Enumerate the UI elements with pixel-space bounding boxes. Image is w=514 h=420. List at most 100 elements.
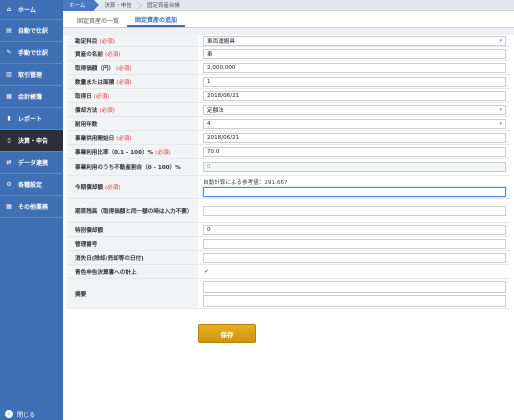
- field-value-cell: 定額法 ▾: [199, 103, 510, 116]
- sidebar-item-manual-journal[interactable]: ✎ 手動で仕訳: [0, 42, 63, 64]
- field-label-text: 事業供用開始日: [75, 135, 115, 142]
- field-label: 青色申告決算書への計上: [67, 265, 199, 278]
- form-row: 取得価額（円） (必須) 2,000,000: [67, 61, 510, 75]
- field-label-text: 償却方法: [75, 107, 98, 114]
- field-label-text: 事業利用のうち不動産割合（0 - 100）%: [75, 165, 181, 171]
- text-field[interactable]: 0: [203, 224, 506, 235]
- form-row: 今期償却額 (必須) 自動計算による参考値：291,667: [67, 176, 510, 199]
- field-label: 事業供用開始日 (必須): [67, 131, 199, 144]
- field-value: 0: [207, 164, 211, 170]
- auto-calc-note: 自動計算による参考値：291,667: [203, 179, 288, 186]
- field-value: 2018/06/21: [207, 92, 240, 99]
- memo-textarea[interactable]: [203, 280, 506, 293]
- sidebar-item-label: 会計帳簿: [18, 94, 43, 101]
- form-row: 特別償却額 0: [67, 223, 510, 237]
- memo-textarea-extra[interactable]: [203, 294, 506, 307]
- sidebar-close-button[interactable]: ‹ 閉じる: [0, 408, 63, 420]
- sidebar-close-label: 閉じる: [17, 411, 36, 419]
- sidebar-item-label: 自動で仕訳: [18, 28, 49, 35]
- sidebar-item-label: 決算・申告: [18, 138, 49, 145]
- form-row: 事業利用比率（0.1 - 100）% (必須) 70.0: [67, 145, 510, 159]
- field-label-text: 取得価額（円）: [75, 65, 115, 72]
- select-field[interactable]: 4 ▾: [203, 118, 506, 129]
- field-value-cell: [199, 199, 510, 222]
- chevron-left-icon: ‹: [5, 410, 13, 418]
- transactions-icon: ▥: [6, 71, 12, 78]
- sidebar-item-data-link[interactable]: ⇄ データ連携: [0, 152, 63, 174]
- field-label-text: 数量または面積: [75, 79, 115, 86]
- sidebar-item-label: その他業務: [18, 204, 49, 211]
- sidebar-item-auto-journal[interactable]: ▤ 自動で仕訳: [0, 20, 63, 42]
- field-label: 今期償却額 (必須): [67, 176, 199, 198]
- form-row: 数量または面積 (必須) 1: [67, 75, 510, 89]
- sidebar-item-report[interactable]: ▮ レポート: [0, 108, 63, 130]
- text-field[interactable]: 2018/06/21: [203, 90, 506, 101]
- fixed-asset-form: 勘定科目 (必須) 車両運搬具 ▾ 資産の名前 (必須) 車取得価額（円） (必須) 2,000…: [67, 35, 510, 309]
- text-field[interactable]: 車: [203, 48, 506, 59]
- field-value-cell: 70.0: [199, 145, 510, 158]
- required-mark: (必須): [104, 51, 121, 58]
- text-field[interactable]: [203, 186, 506, 197]
- text-field[interactable]: [203, 252, 506, 263]
- manual-journal-icon: ✎: [6, 49, 12, 56]
- home-icon: ⌂: [6, 6, 12, 13]
- chevron-down-icon: ▾: [499, 106, 502, 113]
- field-label-text: 耐用年数: [75, 121, 98, 128]
- tab-asset-list[interactable]: 固定資産の一覧: [69, 13, 127, 27]
- chevron-down-icon: ▾: [499, 120, 502, 127]
- text-field[interactable]: 2018/06/21: [203, 132, 506, 143]
- field-label-text: 特別償却額: [75, 227, 103, 234]
- field-value: 4: [207, 120, 211, 127]
- field-value-cell: [199, 279, 510, 308]
- required-mark: (必須): [104, 185, 121, 191]
- select-field[interactable]: 車両運搬具 ▾: [203, 35, 506, 46]
- field-label: 事業利用比率（0.1 - 100）% (必須): [67, 145, 199, 158]
- field-label: 消失日(除却/売却等の日付): [67, 251, 199, 264]
- field-value-cell: 0: [199, 223, 510, 236]
- field-value-cell: 2018/06/21: [199, 89, 510, 102]
- text-field[interactable]: [203, 205, 506, 216]
- field-value-cell: 0: [199, 159, 510, 175]
- sidebar-item-other-tasks[interactable]: ▦ その他業務: [0, 196, 63, 218]
- field-label: 取得価額（円） (必須): [67, 61, 199, 74]
- field-label-text: 資産の名前: [75, 51, 103, 58]
- checkmark-icon[interactable]: ✓: [203, 268, 210, 275]
- form-panel: 勘定科目 (必須) 車両運搬具 ▾ 資産の名前 (必須) 車取得価額（円） (必須) 2,000…: [63, 35, 514, 420]
- report-icon: ▮: [7, 115, 11, 122]
- ledger-icon: ▦: [6, 93, 12, 100]
- form-row: 摘要: [67, 279, 510, 309]
- text-field[interactable]: [203, 238, 506, 249]
- field-label: 資産の名前 (必須): [67, 47, 199, 60]
- sidebar-item-home[interactable]: ⌂ ホーム: [0, 0, 63, 20]
- required-mark: (必須): [99, 38, 115, 45]
- sidebar-item-transactions[interactable]: ▥ 取引管理: [0, 64, 63, 86]
- field-label-text: 今期償却額: [75, 185, 103, 191]
- field-label: 数量または面積 (必須): [67, 75, 199, 88]
- sidebar-item-label: 取引管理: [18, 72, 43, 79]
- sidebar-item-ledger[interactable]: ▦ 会計帳簿: [0, 86, 63, 108]
- breadcrumb-home[interactable]: ホーム: [63, 0, 100, 11]
- required-mark: (必須): [116, 65, 132, 72]
- sidebar-item-label: ホーム: [18, 7, 36, 14]
- breadcrumb-settlement[interactable]: 決算・申告: [94, 0, 141, 11]
- field-value-cell: 2,000,000: [199, 61, 510, 74]
- field-value: 1: [207, 78, 211, 85]
- text-field[interactable]: 1: [203, 76, 506, 87]
- field-value-cell: [199, 251, 510, 264]
- tab-bar: 固定資産の一覧 固定資産の追加: [63, 11, 514, 28]
- select-field[interactable]: 定額法 ▾: [203, 104, 506, 115]
- text-field[interactable]: 70.0: [203, 146, 506, 157]
- field-value: 70.0: [207, 148, 220, 155]
- sidebar-item-settings[interactable]: ⚙ 各種設定: [0, 174, 63, 196]
- tab-add-asset[interactable]: 固定資産の追加: [127, 13, 186, 27]
- breadcrumb-fixed-assets: 固定資産台帳: [146, 3, 180, 9]
- field-label-text: 事業利用比率（0.1 - 100）%: [75, 149, 154, 156]
- sidebar-item-settlement[interactable]: ▯ 決算・申告: [0, 130, 63, 152]
- text-field[interactable]: 2,000,000: [203, 62, 506, 73]
- required-mark: (必須): [99, 107, 115, 114]
- form-row: 取得日 (必須) 2018/06/21: [67, 89, 510, 103]
- form-row: 管理番号: [67, 237, 510, 251]
- field-value: 0: [207, 226, 211, 233]
- save-button[interactable]: 保存: [198, 324, 256, 343]
- field-value-cell: 2018/06/21: [199, 131, 510, 144]
